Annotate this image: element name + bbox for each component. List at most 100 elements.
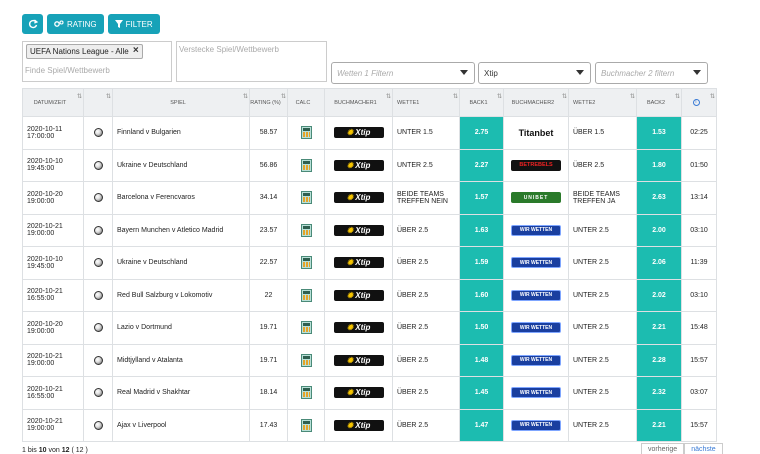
table-row[interactable]: 2020-10-21 19:00:00 Bayern Munchen v Atlet… bbox=[22, 213, 717, 247]
table-row[interactable]: 2020-10-21 16:55:00 Red Bull Salzburg v Lo… bbox=[22, 278, 717, 312]
table-row[interactable]: 2020-10-20 19:00:00 Lazio v Dortmund 19.71 ✹… bbox=[22, 311, 717, 345]
back2-cell[interactable]: 2.02 bbox=[636, 278, 682, 312]
refresh-button[interactable] bbox=[22, 14, 43, 34]
back1-cell[interactable]: 1.47 bbox=[459, 408, 504, 442]
calc-cell[interactable] bbox=[287, 213, 325, 247]
calculator-icon[interactable] bbox=[300, 223, 312, 237]
bookmaker2-cell[interactable]: BETREBELS bbox=[503, 148, 569, 182]
th-back1[interactable]: BACK1 ⇅ bbox=[459, 88, 504, 117]
calculator-icon[interactable] bbox=[300, 418, 312, 432]
calc-cell[interactable] bbox=[287, 148, 325, 182]
th-bet2[interactable]: WETTE2 ⇅ bbox=[568, 88, 637, 117]
table-row[interactable]: 2020-10-21 19:00:00 Midtjylland v Atalanta… bbox=[22, 343, 717, 377]
calc-cell[interactable] bbox=[287, 116, 325, 150]
th-countdown[interactable]: i ⇅ bbox=[681, 88, 717, 117]
bookmaker1-cell[interactable]: ✹ Xtip bbox=[324, 246, 393, 280]
calculator-icon[interactable] bbox=[300, 158, 312, 172]
bookmaker2-cell[interactable]: WIR WETTEN bbox=[503, 408, 569, 442]
back2-cell[interactable]: 2.21 bbox=[636, 311, 682, 345]
hide-filter-box[interactable]: Verstecke Spiel/Wettbewerb bbox=[176, 41, 327, 82]
back1-cell[interactable]: 1.57 bbox=[459, 181, 504, 215]
bookmaker2-cell[interactable]: WIR WETTEN bbox=[503, 213, 569, 247]
bookmaker2-cell[interactable]: Titanbet bbox=[503, 116, 569, 150]
calc-cell[interactable] bbox=[287, 408, 325, 442]
bookmaker2-cell[interactable]: UNIBET bbox=[503, 181, 569, 215]
th-bet1[interactable]: WETTE1 ⇅ bbox=[392, 88, 460, 117]
th-datetime[interactable]: DATUM/ZEIT ⇅ bbox=[22, 88, 84, 117]
back2-cell[interactable]: 2.06 bbox=[636, 246, 682, 280]
calc-cell[interactable] bbox=[287, 376, 325, 410]
back1-cell[interactable]: 1.63 bbox=[459, 213, 504, 247]
th-back2[interactable]: BACK2 ⇅ bbox=[636, 88, 682, 117]
filter-button[interactable]: FILTER bbox=[107, 14, 160, 34]
bookmaker2-cell[interactable]: WIR WETTEN bbox=[503, 376, 569, 410]
bookmaker1-cell[interactable]: ✹ Xtip bbox=[324, 116, 393, 150]
bookmaker1-cell[interactable]: ✹ Xtip bbox=[324, 343, 393, 377]
countdown-cell: 03:07 bbox=[681, 376, 717, 410]
sort-icon: ⇅ bbox=[385, 94, 391, 100]
calc-cell[interactable] bbox=[287, 343, 325, 377]
back2-cell[interactable]: 2.00 bbox=[636, 213, 682, 247]
find-filter-box[interactable]: UEFA Nations League - Alle × Finde Spiel… bbox=[22, 41, 172, 82]
calculator-icon[interactable] bbox=[300, 321, 312, 335]
back2-cell[interactable]: 1.80 bbox=[636, 148, 682, 182]
info-icon[interactable]: i bbox=[692, 99, 700, 106]
th-bookmaker1[interactable]: BUCHMACHER1 ⇅ bbox=[324, 88, 393, 117]
th-bookmaker2[interactable]: BUCHMACHER2 ⇅ bbox=[503, 88, 569, 117]
calculator-icon[interactable] bbox=[300, 126, 312, 140]
table-row[interactable]: 2020-10-21 16:55:00 Real Madrid v Shakhtar… bbox=[22, 376, 717, 410]
calculator-icon[interactable] bbox=[300, 191, 312, 205]
soccer-ball-icon bbox=[93, 128, 103, 138]
back1-cell[interactable]: 1.48 bbox=[459, 343, 504, 377]
th-game[interactable]: SPIEL ⇅ bbox=[112, 88, 250, 117]
back1-cell[interactable]: 1.50 bbox=[459, 311, 504, 345]
table-row[interactable]: 2020-10-10 19:45:00 Ukraine v Deutschland 2… bbox=[22, 246, 717, 280]
back1-cell[interactable]: 1.59 bbox=[459, 246, 504, 280]
back1-cell[interactable]: 2.75 bbox=[459, 116, 504, 150]
find-input[interactable]: Finde Spiel/Wettbewerb bbox=[25, 66, 110, 75]
next-page-button[interactable]: nächste bbox=[684, 443, 723, 454]
calculator-icon[interactable] bbox=[300, 288, 312, 302]
back1-cell[interactable]: 2.27 bbox=[459, 148, 504, 182]
bookmaker1-cell[interactable]: ✹ Xtip bbox=[324, 311, 393, 345]
back2-cell[interactable]: 2.32 bbox=[636, 376, 682, 410]
bookmaker2-cell[interactable]: WIR WETTEN bbox=[503, 311, 569, 345]
bookmaker1-cell[interactable]: ✹ Xtip bbox=[324, 278, 393, 312]
bookmaker1-cell[interactable]: ✹ Xtip bbox=[324, 148, 393, 182]
calc-cell[interactable] bbox=[287, 181, 325, 215]
back1-cell[interactable]: 1.45 bbox=[459, 376, 504, 410]
calc-cell[interactable] bbox=[287, 311, 325, 345]
bookmaker1-cell[interactable]: ✹ Xtip bbox=[324, 213, 393, 247]
back2-cell[interactable]: 1.53 bbox=[636, 116, 682, 150]
th-rating[interactable]: RATING (%) ⇅ bbox=[249, 88, 288, 117]
table-row[interactable]: 2020-10-10 19:45:00 Ukraine v Deutschland 5… bbox=[22, 148, 717, 182]
bet1-filter-select[interactable]: Wetten 1 Filtern bbox=[331, 62, 475, 84]
bookmaker1-select[interactable]: Xtip bbox=[478, 62, 591, 84]
remove-tag-icon[interactable]: × bbox=[133, 45, 139, 56]
back2-cell[interactable]: 2.21 bbox=[636, 408, 682, 442]
bookmaker2-cell[interactable]: WIR WETTEN bbox=[503, 246, 569, 280]
back2-cell[interactable]: 2.28 bbox=[636, 343, 682, 377]
table-row[interactable]: 2020-10-21 19:00:00 Ajax v Liverpool 17.43 ✹… bbox=[22, 408, 717, 442]
bookmaker2-cell[interactable]: WIR WETTEN bbox=[503, 343, 569, 377]
bookmaker1-cell[interactable]: ✹ Xtip bbox=[324, 408, 393, 442]
countdown-cell: 13:14 bbox=[681, 181, 717, 215]
rating-button[interactable]: RATING bbox=[47, 14, 104, 34]
back2-cell[interactable]: 2.63 bbox=[636, 181, 682, 215]
bookmaker2-cell[interactable]: WIR WETTEN bbox=[503, 278, 569, 312]
th-calc[interactable]: CALC bbox=[287, 88, 325, 117]
calc-cell[interactable] bbox=[287, 278, 325, 312]
th-sport[interactable]: ⇅ bbox=[83, 88, 113, 117]
table-row[interactable]: 2020-10-20 19:00:00 Barcelona v Ferencvaro… bbox=[22, 181, 717, 215]
bookmaker2-select[interactable]: Buchmacher 2 filtern bbox=[595, 62, 708, 84]
table-row[interactable]: 2020-10-11 17:00:00 Finnland v Bulgarien 58… bbox=[22, 116, 717, 150]
calculator-icon[interactable] bbox=[300, 256, 312, 270]
calculator-icon[interactable] bbox=[300, 353, 312, 367]
calc-cell[interactable] bbox=[287, 246, 325, 280]
hide-input[interactable]: Verstecke Spiel/Wettbewerb bbox=[179, 45, 279, 54]
calculator-icon[interactable] bbox=[300, 386, 312, 400]
prev-page-button[interactable]: vorherige bbox=[641, 443, 685, 454]
bookmaker1-cell[interactable]: ✹ Xtip bbox=[324, 376, 393, 410]
bookmaker1-cell[interactable]: ✹ Xtip bbox=[324, 181, 393, 215]
back1-cell[interactable]: 1.60 bbox=[459, 278, 504, 312]
